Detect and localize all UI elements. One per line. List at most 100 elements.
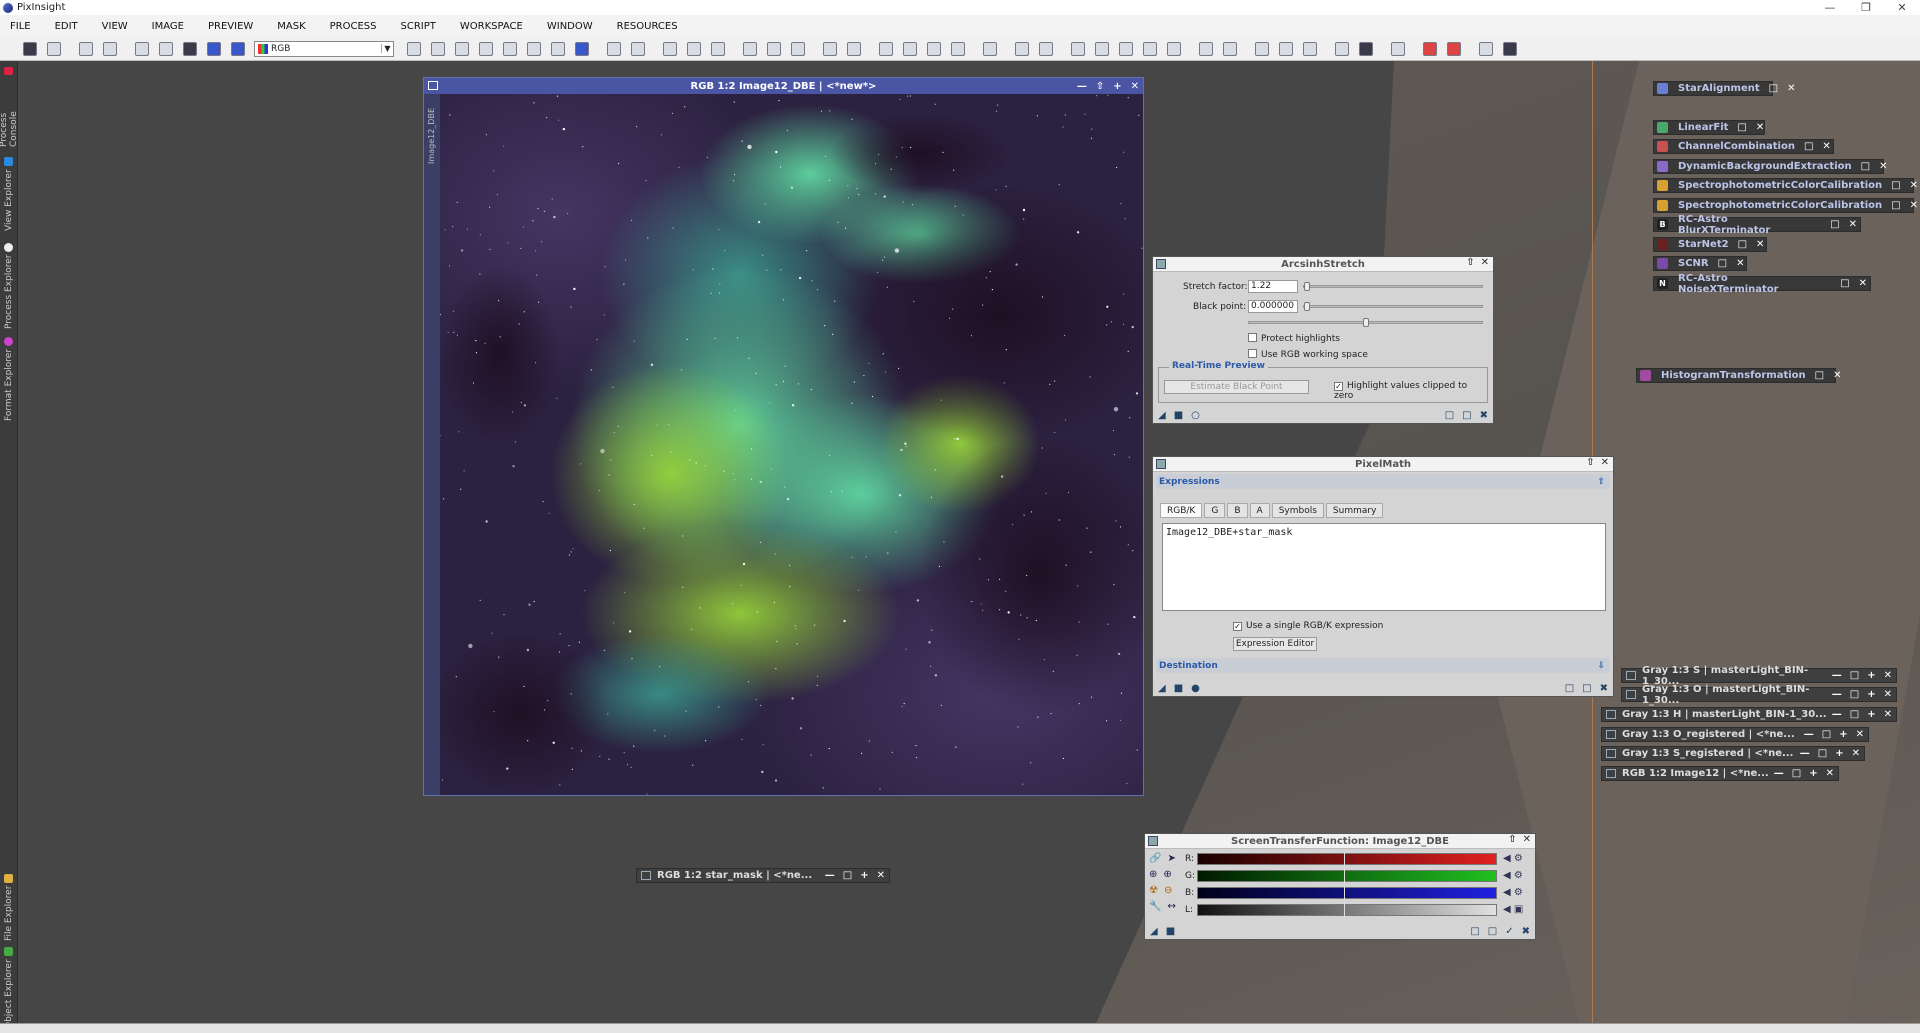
tab-object-explorer[interactable]: Object Explorer [2,941,16,1029]
display-channel-icon[interactable] [743,41,757,56]
process-icon-scnr[interactable]: SCNR □ ✕ [1653,256,1747,271]
close-icon[interactable]: ✕ [1756,239,1764,250]
apply-icon[interactable]: ■ [1174,683,1183,694]
slider-handle[interactable] [1304,282,1310,291]
new-image-icon[interactable] [23,41,37,56]
process-icon-staralignment[interactable]: StarAlignment □ ✕ [1653,81,1795,96]
star-mask-window[interactable]: RGB 1:2 star_mask | <*ne... — □ + ✕ [636,868,890,883]
tab-format-explorer[interactable]: Format Explorer [2,336,16,421]
monitor-icon[interactable] [1479,41,1493,56]
minimize-icon[interactable]: — [1832,709,1842,720]
process-icon-histogramtransformation[interactable]: HistogramTransformation □ ✕ [1636,368,1842,383]
zoom-out-icon[interactable]: ⊖ [1164,885,1172,901]
layout-1-icon[interactable] [1199,41,1213,56]
preview-edit-icon[interactable] [1095,41,1109,56]
black-point-input[interactable]: 0.000000 [1248,300,1298,313]
highlight-clipped-checkbox[interactable]: ✓ Highlight values clipped to zero [1334,381,1487,401]
zoom-in-icon[interactable] [607,41,621,56]
collapse-icon[interactable]: ⇧ [1597,477,1605,487]
center-icon[interactable] [503,41,517,56]
zoom-fit-icon[interactable] [431,41,445,56]
display-r-icon[interactable] [767,41,781,56]
shade-icon[interactable]: ⇧ [1466,257,1474,268]
minimize-icon[interactable]: — [1812,1,1848,14]
browse-doc-icon[interactable]: □ [1445,410,1454,421]
pixelmath-dialog[interactable]: PixelMath ⇧ ✕ Expressions ⇧ RGB/K G B A S… [1152,456,1614,697]
realtime-preview-icon[interactable]: ○ [1191,410,1200,421]
new-instance-icon[interactable]: ◢ [1158,410,1166,421]
minimize-icon[interactable]: — [1774,768,1784,779]
browse-doc-icon[interactable]: □ [1565,683,1574,694]
menu-file[interactable]: FILE [10,21,31,32]
pointer-icon[interactable] [407,41,421,56]
cascade-icon[interactable] [1279,41,1293,56]
minimize-icon[interactable]: — [1804,729,1814,740]
tab-g[interactable]: G [1204,503,1226,518]
expression-editor-button[interactable]: Expression Editor [1233,637,1317,651]
image-window-titlebar[interactable]: RGB 1:2 Image12_DBE | <*new*> — ⇧ + ✕ [424,78,1143,94]
explorer-icon[interactable] [1391,41,1405,56]
close-icon[interactable]: ✕ [1859,278,1867,289]
shade-icon[interactable]: ⇧ [1508,834,1516,845]
close-icon[interactable]: ✕ [1910,200,1918,211]
destination-section-header[interactable]: Destination ⇩ [1156,658,1610,673]
new-instance-icon[interactable]: ◢ [1150,926,1158,937]
maximize-icon[interactable]: □ [1891,200,1900,211]
arcsinh-stretch-dialog[interactable]: ArcsinhStretch ⇧ ✕ Stretch factor: 1.22 B… [1152,256,1494,424]
stf-gradient-l[interactable] [1197,904,1497,916]
black-point-slider[interactable] [1303,305,1483,308]
maximize-icon[interactable]: □ [1737,122,1746,133]
restore-icon[interactable]: □ [1822,729,1831,740]
invert-mask-icon[interactable] [207,41,221,56]
pan-icon[interactable]: ↔ [1167,901,1175,917]
pixelmath-titlebar[interactable]: PixelMath ⇧ ✕ [1153,457,1613,472]
stretch-factor-slider[interactable] [1303,285,1483,288]
close-icon[interactable]: ✕ [1131,81,1139,92]
wrench-icon[interactable]: 🔧 [1149,901,1161,917]
maximize-icon[interactable]: + [1113,81,1121,92]
menu-workspace[interactable]: WORKSPACE [460,21,523,32]
preview-new-icon[interactable] [1071,41,1085,56]
use-rgb-checkbox[interactable]: Use RGB working space [1248,349,1368,360]
reset-channel-icon[interactable]: ◀ [1503,853,1511,864]
stf-gradient-r[interactable] [1197,853,1497,865]
close-icon[interactable]: ✕ [1849,219,1857,230]
process-icon-channelcombination[interactable]: ChannelCombination □ ✕ [1653,139,1834,154]
close-icon[interactable]: ✕ [1833,370,1841,381]
arrange-icon[interactable] [1303,41,1317,56]
zoom-in-icon[interactable]: ⊕ [1163,869,1171,885]
zoom-1-2-icon[interactable] [687,41,701,56]
minimized-window-s[interactable]: Gray 1:3 S | masterLight_BIN-1_30... — □ + ✕ [1621,665,1897,687]
close-icon[interactable]: ✕ [1826,768,1834,779]
readout-icon[interactable] [527,41,541,56]
close-icon[interactable]: ✕ [1856,729,1864,740]
close-icon[interactable]: ✕ [1822,141,1830,152]
restore-icon[interactable]: □ [1792,768,1801,779]
reset-channel-icon[interactable]: ◀ [1503,904,1511,915]
browse-doc-icon[interactable]: □ [1470,926,1479,937]
link-icon[interactable]: 🔗 [1149,853,1161,869]
tab-a[interactable]: A [1249,503,1270,518]
display-icon[interactable]: ▣ [1514,904,1523,915]
apply-icon[interactable]: ■ [1174,410,1183,421]
close-icon[interactable]: ✕ [1481,257,1489,268]
minimize-icon[interactable]: — [1800,748,1810,759]
close-icon[interactable]: ✕ [1884,1,1920,14]
close-icon[interactable]: ✕ [1910,180,1918,191]
close-icon[interactable]: ✕ [1879,161,1887,172]
stf-dialog[interactable]: ScreenTransferFunction: Image12_DBE ⇧ ✕ 🔗… [1144,833,1536,940]
minimize-icon[interactable]: — [1832,670,1842,681]
close-image-icon[interactable] [47,41,61,56]
close-icon[interactable]: ✕ [1756,122,1764,133]
channel-settings-icon[interactable]: ⚙ [1514,887,1523,898]
slider-handle[interactable] [1363,318,1369,327]
reset-icon[interactable]: ✖ [1480,410,1488,421]
maximize-icon[interactable]: + [1809,768,1817,779]
crop-icon[interactable] [847,41,861,56]
reset-icon[interactable]: ✖ [1522,926,1530,937]
tab-b[interactable]: B [1227,503,1248,518]
save-icon[interactable]: □ [1488,926,1497,937]
minimized-window-image12[interactable]: RGB 1:2 Image12 | <*ne... — □ + ✕ [1601,766,1839,781]
restore-icon[interactable]: ❐ [1848,1,1884,14]
stf-gradient-g[interactable] [1197,870,1497,882]
